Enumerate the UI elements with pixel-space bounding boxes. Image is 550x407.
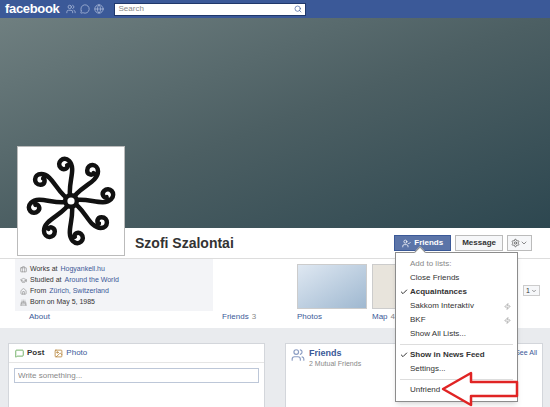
- composer-tab[interactable]: Photo: [54, 348, 87, 358]
- composer: Post Photo: [8, 343, 265, 407]
- gear-icon: [511, 238, 520, 248]
- see-all-link[interactable]: See All: [515, 348, 537, 357]
- red-arrow-icon: [440, 371, 520, 407]
- messages-icon[interactable]: [80, 4, 90, 14]
- info-line: Works atHogyankell.hu: [20, 264, 208, 274]
- photo-thumbnail[interactable]: [297, 264, 367, 309]
- profile-picture[interactable]: [17, 146, 125, 256]
- check-icon: [400, 288, 408, 296]
- friend-requests-icon[interactable]: [66, 4, 76, 14]
- search-box[interactable]: [114, 3, 306, 16]
- search-input[interactable]: [118, 4, 294, 14]
- notifications-icon[interactable]: [94, 4, 104, 14]
- check-icon: [400, 351, 408, 359]
- friends-panel-title[interactable]: Friends: [309, 348, 361, 359]
- nav-tile[interactable]: Friends3: [222, 259, 292, 322]
- work-icon: [20, 266, 27, 273]
- mutual-friends: 2 Mutual Friends: [309, 359, 361, 368]
- info-column: Works atHogyankell.huStudied atAround th…: [15, 259, 213, 322]
- message-button[interactable]: Message: [455, 235, 503, 251]
- born-icon: [20, 299, 27, 306]
- post-icon: [15, 349, 24, 358]
- info-link[interactable]: Zürich, Switzerland: [49, 286, 109, 296]
- menu-item[interactable]: Sakkom Interaktív: [396, 299, 517, 313]
- info-line: Studied atAround the World: [20, 275, 208, 285]
- photo-icon: [54, 349, 63, 358]
- info-text: Studied at: [30, 275, 62, 285]
- swirl-logo-icon: [26, 156, 116, 246]
- about-link[interactable]: About: [15, 312, 213, 322]
- smart-list-bolt-icon: [504, 303, 511, 310]
- menu-item[interactable]: Show All Lists...: [396, 327, 517, 341]
- from-icon: [20, 288, 27, 295]
- menu-header: Add to lists:: [396, 257, 517, 271]
- info-text: Works at: [30, 264, 58, 274]
- profile-name[interactable]: Szofi Szalontai: [135, 233, 234, 254]
- status-input[interactable]: [14, 368, 259, 383]
- study-icon: [20, 277, 27, 284]
- info-link[interactable]: Around the World: [65, 275, 119, 285]
- caret-icon: [520, 239, 528, 247]
- composer-tab[interactable]: Post: [15, 348, 44, 358]
- caret-icon: [531, 288, 537, 294]
- smart-list-bolt-icon: [504, 317, 511, 324]
- info-text: From: [30, 286, 46, 296]
- nav-tile[interactable]: Photos: [297, 259, 367, 322]
- gear-button[interactable]: [507, 235, 532, 251]
- facebook-profile-page: facebook Szofi Szalontai Friends Message Wor…: [0, 0, 550, 407]
- info-text: Born on May 5, 1985: [30, 297, 95, 307]
- top-bar: facebook: [0, 0, 550, 18]
- menu-item[interactable]: Close Friends: [396, 271, 517, 285]
- search-icon[interactable]: [294, 5, 302, 13]
- menu-item[interactable]: Settings...: [396, 362, 517, 376]
- friends-panel-icon: [291, 348, 305, 362]
- menu-item[interactable]: Acquaintances: [396, 285, 517, 299]
- menu-item[interactable]: BKF: [396, 313, 517, 327]
- friends-check-icon: [402, 239, 411, 248]
- facebook-logo[interactable]: facebook: [5, 2, 59, 16]
- info-line: FromZürich, Switzerland: [20, 286, 208, 296]
- map-count-control[interactable]: 1: [523, 285, 540, 296]
- info-line: Born on May 5, 1985: [20, 297, 208, 307]
- info-link[interactable]: Hogyankell.hu: [61, 264, 105, 274]
- friends-menu: Add to lists:Close FriendsAcquaintancesS…: [395, 252, 518, 402]
- menu-item[interactable]: Show in News Feed: [396, 348, 517, 362]
